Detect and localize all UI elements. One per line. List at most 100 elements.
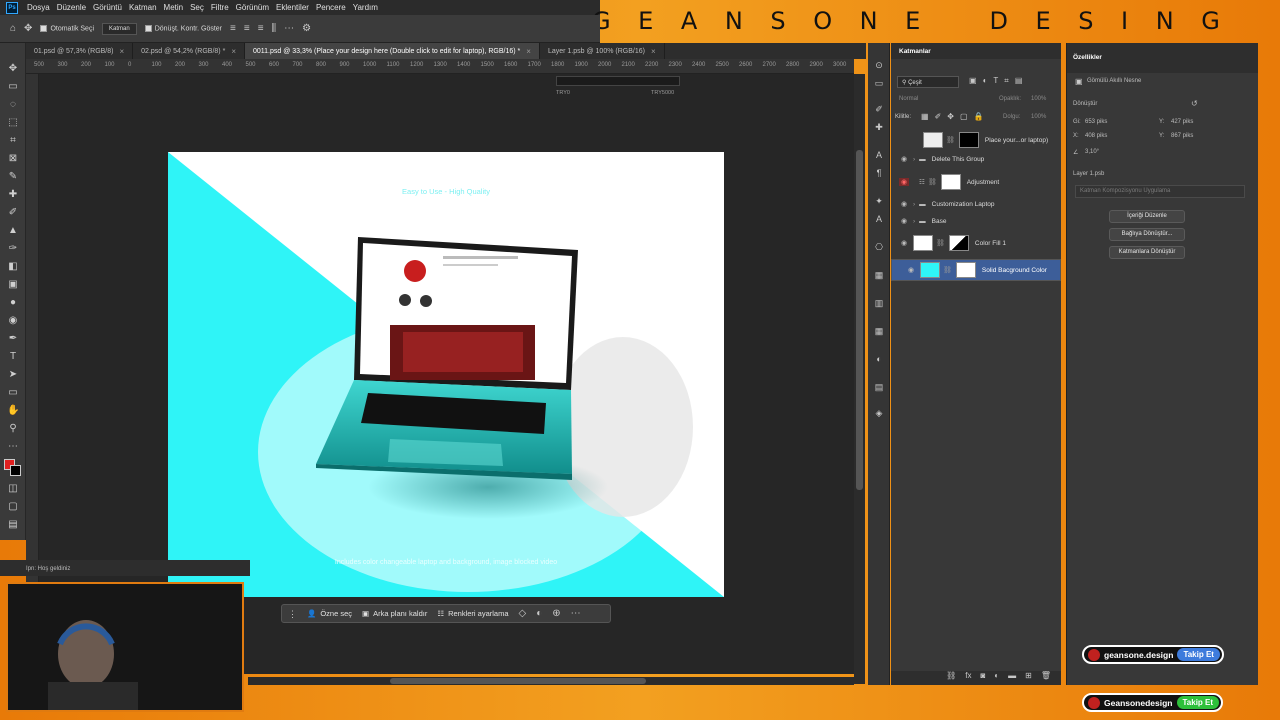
adjust-filter-icon[interactable]: ◐: [983, 76, 988, 88]
move-tool-icon[interactable]: ✥: [24, 23, 32, 34]
color-icon[interactable]: ◐: [873, 353, 885, 365]
quick-mask-icon[interactable]: ◫: [7, 483, 19, 495]
follow-button[interactable]: Takip Et: [1177, 648, 1220, 661]
chevron-right-icon[interactable]: ›: [913, 218, 915, 225]
layer-row-selected[interactable]: ◉ ⛓ Solid Bacground Color: [891, 259, 1061, 281]
edit-contents-button[interactable]: İçeriği Düzenle: [1109, 210, 1185, 223]
move-icon[interactable]: ✥: [7, 63, 19, 75]
eyedropper-icon[interactable]: ✎: [7, 171, 19, 183]
menu-plugins[interactable]: Eklentiler: [276, 3, 309, 12]
add-mask-icon[interactable]: ◙: [980, 671, 985, 685]
history-icon[interactable]: ⊙: [873, 59, 885, 71]
eye-icon[interactable]: ◉: [899, 217, 909, 225]
healing-icon[interactable]: ✚: [7, 189, 19, 201]
layer-row[interactable]: ◉ › ▬ Base: [891, 212, 1061, 230]
type-icon[interactable]: T: [7, 351, 19, 363]
frame-icon[interactable]: ⊠: [7, 153, 19, 165]
fill-value[interactable]: 100%: [1031, 114, 1046, 120]
close-icon[interactable]: ×: [526, 47, 531, 56]
close-icon[interactable]: ×: [119, 47, 124, 56]
brush-icon[interactable]: ✐: [7, 207, 19, 219]
dodge-icon[interactable]: ◉: [7, 315, 19, 327]
auto-select-checkbox[interactable]: [40, 24, 48, 32]
home-icon[interactable]: ⌂: [10, 23, 16, 34]
new-layer-icon[interactable]: ⊞: [1025, 671, 1032, 685]
lock-pixels-icon[interactable]: ▦: [921, 112, 929, 121]
lock-artboard-icon[interactable]: ▢: [960, 112, 968, 121]
reset-transform-icon[interactable]: ↺: [1191, 99, 1198, 108]
history-brush-icon[interactable]: ✑: [7, 243, 19, 255]
mask-icon[interactable]: ⊕: [552, 608, 560, 619]
paragraph-icon[interactable]: ¶: [873, 167, 885, 179]
crop-icon[interactable]: ⌗: [7, 135, 19, 147]
menu-image[interactable]: Görüntü: [93, 3, 122, 12]
marquee-icon[interactable]: ▭: [7, 81, 19, 93]
swatches-icon[interactable]: ▥: [873, 297, 885, 309]
comment-icon[interactable]: ▭: [873, 77, 885, 89]
patterns-icon[interactable]: ▦: [873, 325, 885, 337]
x-value[interactable]: 408 piks: [1085, 133, 1107, 139]
align-right-icon[interactable]: ≡: [258, 23, 264, 34]
eye-icon[interactable]: ◉: [899, 239, 909, 247]
vertical-scroll-thumb[interactable]: [856, 150, 863, 490]
libraries-icon[interactable]: ▦: [873, 269, 885, 281]
close-icon[interactable]: ×: [651, 47, 656, 56]
menu-type[interactable]: Metin: [164, 3, 184, 12]
character-icon[interactable]: A: [873, 149, 885, 161]
hand-icon[interactable]: ✋: [7, 405, 19, 417]
lasso-icon[interactable]: ◌: [7, 99, 19, 111]
shape-icon[interactable]: ▭: [7, 387, 19, 399]
navigator-icon[interactable]: ⎔: [873, 241, 885, 253]
chevron-right-icon[interactable]: ›: [913, 156, 915, 163]
eye-icon[interactable]: ◉: [906, 266, 916, 274]
chevron-right-icon[interactable]: ›: [913, 201, 915, 208]
layer-row[interactable]: ◉ › ▬ Delete This Group: [891, 150, 1061, 168]
menu-help[interactable]: Yardım: [353, 3, 378, 12]
adjust-colors-button[interactable]: ☷ Renkleri ayarlama: [437, 609, 508, 618]
gradient-icon[interactable]: ▣: [7, 279, 19, 291]
background-color-swatch[interactable]: [10, 465, 21, 476]
drag-handle-icon[interactable]: ⋮: [288, 609, 297, 619]
auto-select-dropdown[interactable]: Katman: [102, 22, 137, 35]
eye-icon[interactable]: ◉: [899, 155, 909, 163]
type-filter-icon[interactable]: T: [993, 76, 998, 88]
menu-filter[interactable]: Filtre: [211, 3, 229, 12]
align-center-icon[interactable]: ≡: [244, 23, 250, 34]
clone-source-icon[interactable]: ✚: [873, 121, 885, 133]
transform-controls-checkbox[interactable]: [144, 24, 152, 32]
eye-icon[interactable]: ◉: [899, 178, 909, 186]
path-select-icon[interactable]: ➤: [7, 369, 19, 381]
lock-position-icon[interactable]: ✥: [947, 112, 954, 121]
shape-filter-icon[interactable]: ⌗: [1004, 76, 1009, 88]
pixel-filter-icon[interactable]: ▣: [969, 76, 977, 88]
menu-file[interactable]: Dosya: [27, 3, 50, 12]
convert-to-layers-button[interactable]: Katmanlara Dönüştür: [1109, 246, 1185, 259]
eraser-icon[interactable]: ◧: [7, 261, 19, 273]
delete-layer-icon[interactable]: 🗑: [1041, 671, 1051, 685]
screen-mode-icon[interactable]: ▢: [7, 501, 19, 513]
tab-layer1-psb[interactable]: Layer 1.psb @ 100% (RGB/16) ×: [540, 43, 665, 59]
more-options-icon[interactable]: ⋯: [284, 23, 294, 34]
menu-layer[interactable]: Katman: [129, 3, 157, 12]
menu-select[interactable]: Seç: [190, 3, 204, 12]
fx-icon[interactable]: fx: [965, 671, 971, 685]
layer-row[interactable]: ◉ ⛓ Color Fill 1: [891, 232, 1061, 254]
actions-icon[interactable]: ▤: [873, 381, 885, 393]
horizontal-scroll-thumb[interactable]: [390, 678, 646, 684]
width-value[interactable]: 653 piks: [1085, 119, 1107, 125]
menu-view[interactable]: Görünüm: [236, 3, 269, 12]
menu-window[interactable]: Pencere: [316, 3, 346, 12]
eye-icon[interactable]: ◉: [899, 200, 909, 208]
stamp-icon[interactable]: ▲: [7, 225, 19, 237]
opacity-value[interactable]: 100%: [1031, 96, 1046, 102]
smart-filter-icon[interactable]: ▤: [1015, 76, 1023, 88]
tab-01-psd[interactable]: 01.psd @ 57,3% (RGB/8) ×: [26, 43, 134, 59]
settings-gear-icon[interactable]: ⚙: [302, 23, 311, 34]
object-select-icon[interactable]: ⬚: [7, 117, 19, 129]
new-group-icon[interactable]: ▬: [1008, 671, 1016, 685]
transform-icon[interactable]: ◇: [519, 608, 527, 619]
auto-select-option[interactable]: Otomatik Seçi: [40, 24, 94, 32]
layer-filter-dropdown[interactable]: ⚲ Çeşit: [897, 76, 959, 88]
brush-settings-icon[interactable]: ✐: [873, 103, 885, 115]
learn-icon[interactable]: ◈: [873, 407, 885, 419]
